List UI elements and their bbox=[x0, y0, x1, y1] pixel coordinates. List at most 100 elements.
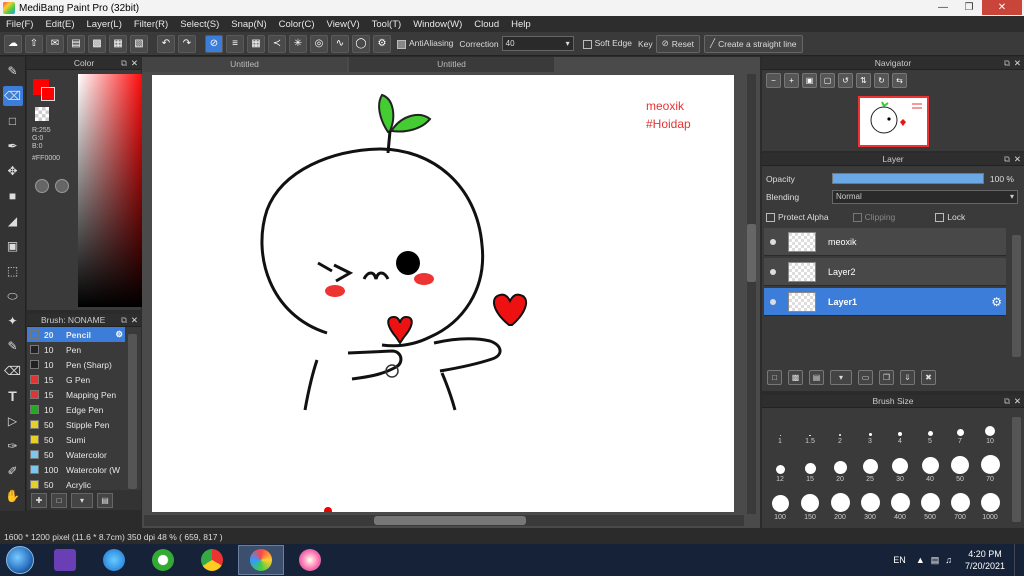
taskbar-internet-explorer[interactable] bbox=[91, 545, 137, 575]
eraser-tool-icon[interactable]: ⌫ bbox=[2, 86, 23, 106]
merge-down-icon[interactable]: ⇓ bbox=[900, 369, 915, 385]
menu-edit[interactable]: Edit(E) bbox=[39, 19, 80, 30]
redo-icon[interactable]: ↷ bbox=[178, 34, 196, 53]
clipping-checkbox[interactable] bbox=[852, 212, 862, 222]
actual-size-icon[interactable]: ▢ bbox=[820, 72, 835, 88]
menu-cloud[interactable]: Cloud bbox=[468, 19, 505, 30]
undock-icon[interactable]: ⧉ bbox=[1004, 153, 1010, 166]
brush-tool-icon[interactable]: ✎ bbox=[3, 61, 23, 81]
magic-wand-icon[interactable]: ✦ bbox=[3, 311, 23, 331]
saturation-value-picker[interactable] bbox=[78, 74, 145, 307]
brush-size-option[interactable]: 30 bbox=[886, 449, 914, 483]
brush-size-option[interactable]: 40 bbox=[916, 449, 944, 483]
brush-size-scrollbar[interactable] bbox=[1012, 417, 1021, 522]
close-panel-icon[interactable]: ✕ bbox=[131, 57, 138, 70]
undock-icon[interactable]: ⧉ bbox=[121, 314, 127, 327]
undock-icon[interactable]: ⧉ bbox=[121, 57, 127, 70]
close-panel-icon[interactable]: ✕ bbox=[1014, 395, 1021, 408]
fit-icon[interactable]: ▣ bbox=[802, 72, 817, 88]
divide-tool-icon[interactable]: ▷ bbox=[3, 411, 23, 431]
soft-edge-checkbox[interactable] bbox=[582, 39, 592, 49]
brush-item[interactable]: 50 Sumi bbox=[27, 432, 125, 447]
brush-item[interactable]: 15 G Pen bbox=[27, 372, 125, 387]
language-indicator[interactable]: EN bbox=[893, 555, 906, 565]
brush-settings-icon[interactable]: ⚙ bbox=[115, 329, 123, 340]
brush-size-option[interactable]: 400 bbox=[886, 487, 914, 521]
pen-tool-icon[interactable]: ✒ bbox=[3, 136, 23, 156]
document-tab[interactable]: Untitled bbox=[349, 57, 554, 72]
menu-help[interactable]: Help bbox=[505, 19, 537, 30]
hand-tool-icon[interactable]: ✋ bbox=[3, 486, 23, 506]
brush-menu-icon[interactable]: ▾ bbox=[71, 492, 93, 508]
brush-size-option[interactable]: 50 bbox=[946, 449, 974, 483]
drawing-canvas[interactable]: meoxik #Hoidap bbox=[152, 75, 734, 512]
brush-size-option[interactable]: 100 bbox=[766, 487, 794, 521]
brush-size-option[interactable]: 700 bbox=[946, 487, 974, 521]
navigator-thumbnail[interactable] bbox=[858, 96, 929, 147]
crisscross-snap-icon[interactable]: ▦ bbox=[247, 34, 265, 53]
brush-size-option[interactable]: 70 bbox=[976, 449, 1004, 483]
menu-filter[interactable]: Filter(R) bbox=[128, 19, 174, 30]
maximize-icon[interactable]: ❐ bbox=[956, 0, 982, 15]
brush-item[interactable]: 20 Pencil ⚙ bbox=[27, 327, 125, 342]
menu-snap[interactable]: Snap(N) bbox=[225, 19, 272, 30]
start-button-icon[interactable] bbox=[6, 546, 34, 574]
share-icon[interactable]: ⇧ bbox=[25, 34, 43, 53]
eyedropper2-icon[interactable]: ✐ bbox=[3, 461, 23, 481]
palette-icon[interactable] bbox=[35, 179, 49, 193]
vanishing-point-icon[interactable]: ≺ bbox=[268, 34, 286, 53]
antialiasing-checkbox[interactable] bbox=[397, 39, 406, 49]
brush-size-option[interactable]: 3 bbox=[856, 411, 884, 445]
reset-button[interactable]: ⊘ Reset bbox=[655, 34, 700, 53]
show-desktop-button[interactable] bbox=[1014, 544, 1024, 576]
taskbar-chrome[interactable] bbox=[189, 545, 235, 575]
blending-select[interactable]: Normal ▾ bbox=[832, 190, 1018, 204]
zoom-out-icon[interactable]: − bbox=[766, 72, 781, 88]
brush-item[interactable]: 50 Stipple Pen bbox=[27, 417, 125, 432]
move-tool-icon[interactable]: ✥ bbox=[3, 161, 23, 181]
rotate-left-icon[interactable]: ↺ bbox=[838, 72, 853, 88]
straight-line-button[interactable]: ╱ Create a straight line bbox=[703, 34, 803, 53]
canvas-horizontal-scrollbar[interactable] bbox=[144, 515, 744, 526]
ellipse-snap-icon[interactable]: ◯ bbox=[352, 34, 370, 53]
transparent-color-swatch[interactable] bbox=[35, 107, 49, 121]
comment-icon[interactable]: ✉ bbox=[46, 34, 64, 53]
menu-tool[interactable]: Tool(T) bbox=[366, 19, 408, 30]
flip-icon[interactable]: ⇆ bbox=[892, 72, 907, 88]
text-tool-icon[interactable]: T bbox=[3, 386, 23, 406]
new-layer-icon[interactable]: □ bbox=[767, 369, 782, 385]
correction-select[interactable]: 40 ▾ bbox=[501, 36, 574, 51]
select-pen-icon[interactable]: ✎ bbox=[3, 336, 23, 356]
menu-file[interactable]: File(F) bbox=[0, 19, 39, 30]
layer-settings-icon[interactable]: ⚙ bbox=[991, 295, 1002, 309]
visibility-icon[interactable] bbox=[770, 298, 776, 305]
visibility-icon[interactable] bbox=[770, 268, 776, 275]
duplicate-layer-icon[interactable]: ❐ bbox=[879, 369, 894, 385]
brush-scrollbar[interactable] bbox=[128, 334, 137, 489]
new-folder-icon[interactable]: ▭ bbox=[858, 369, 873, 385]
add-layer-menu-icon[interactable]: ▾ bbox=[830, 369, 852, 385]
menu-color[interactable]: Color(C) bbox=[273, 19, 321, 30]
horizontal-scroll-thumb[interactable] bbox=[374, 516, 526, 525]
brush-size-option[interactable]: 1 bbox=[766, 411, 794, 445]
brush-size-option[interactable]: 1.5 bbox=[796, 411, 824, 445]
visibility-icon[interactable] bbox=[770, 238, 776, 245]
brush-item[interactable]: 10 Edge Pen bbox=[27, 402, 125, 417]
taskbar-medibang[interactable] bbox=[238, 545, 284, 575]
background-color-swatch[interactable] bbox=[41, 87, 55, 101]
radial-snap-icon[interactable]: ✳ bbox=[289, 34, 307, 53]
brush-size-option[interactable]: 2 bbox=[826, 411, 854, 445]
minimize-icon[interactable]: — bbox=[930, 0, 956, 15]
reset-rotation-icon[interactable]: ⇅ bbox=[856, 72, 871, 88]
snap-settings-icon[interactable]: ⚙ bbox=[373, 34, 391, 53]
curve-snap-icon[interactable]: ∿ bbox=[331, 34, 349, 53]
brush-item[interactable]: 100 Watercolor (W bbox=[27, 462, 125, 477]
undo-icon[interactable]: ↶ bbox=[157, 34, 175, 53]
show-hidden-icons-icon[interactable]: ▲ bbox=[916, 555, 925, 565]
gradient-tool-icon[interactable]: ▣ bbox=[3, 236, 23, 256]
protect-alpha-checkbox[interactable] bbox=[766, 212, 775, 222]
brush-size-option[interactable]: 5 bbox=[916, 411, 944, 445]
layer-row-layer2[interactable]: Layer2 bbox=[764, 258, 1006, 286]
circle-snap-icon[interactable]: ◎ bbox=[310, 34, 328, 53]
close-panel-icon[interactable]: ✕ bbox=[131, 314, 138, 327]
